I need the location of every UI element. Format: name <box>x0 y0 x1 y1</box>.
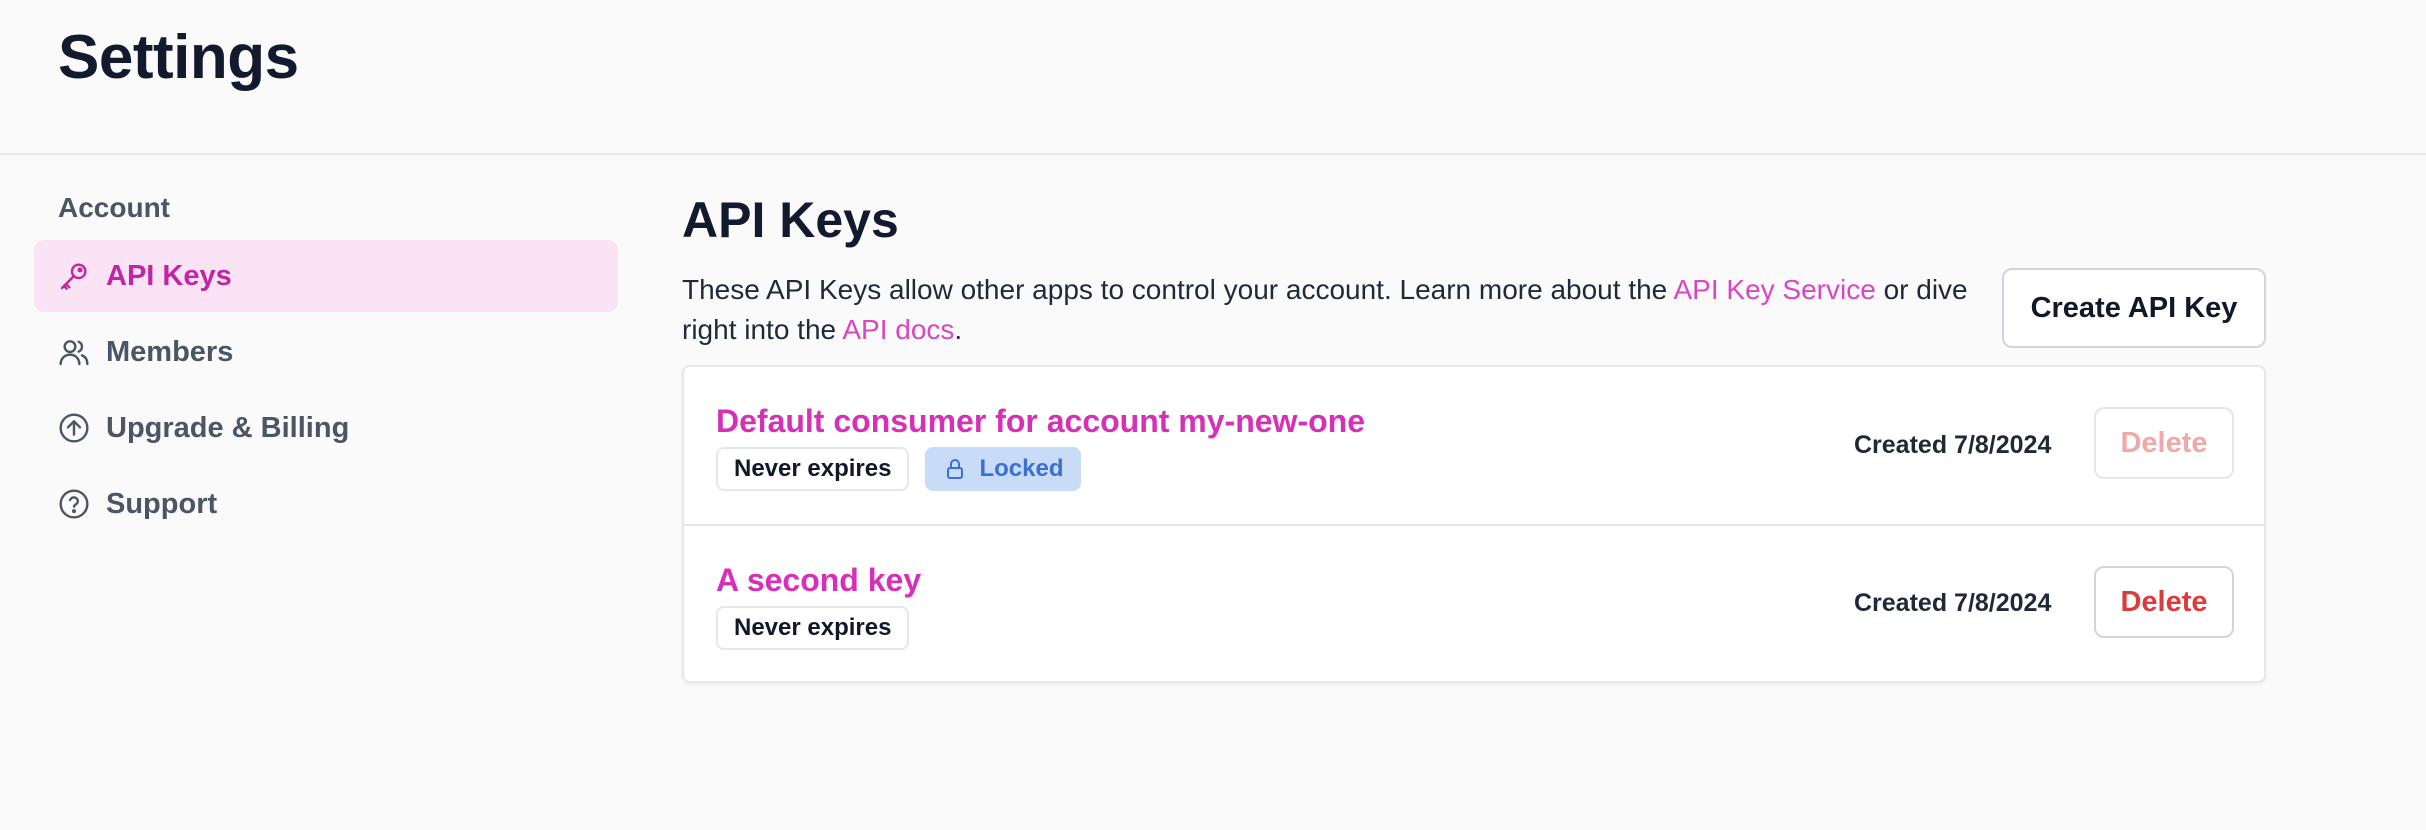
sidebar-section-label: Account <box>58 192 170 223</box>
description-text: These API Keys allow other apps to contr… <box>682 274 1674 305</box>
delete-button[interactable]: Delete <box>2094 566 2234 638</box>
sidebar-item-label: Members <box>106 335 234 368</box>
delete-button[interactable]: Delete <box>2094 407 2234 479</box>
page-title: Settings <box>58 23 299 92</box>
create-api-key-button[interactable]: Create API Key <box>2002 268 2266 348</box>
never-expires-badge: Never expires <box>716 606 910 650</box>
arrow-up-circle-icon <box>58 412 90 444</box>
sidebar-item-support[interactable]: Support <box>34 468 618 540</box>
main-content: API Keys These API Keys allow other apps… <box>682 190 2266 683</box>
created-date: Created 7/8/2024 <box>1854 431 2052 459</box>
api-key-name[interactable]: Default consumer for account my-new-one <box>716 403 1365 440</box>
locked-badge: Locked <box>925 447 1082 491</box>
key-icon <box>58 260 90 292</box>
lock-icon <box>943 457 967 481</box>
description-text: . <box>954 314 963 345</box>
created-date: Created 7/8/2024 <box>1854 589 2052 617</box>
section-title: API Keys <box>682 192 899 248</box>
help-circle-icon <box>58 488 90 520</box>
locked-badge-label: Locked <box>979 455 1064 482</box>
api-key-list: Default consumer for account my-new-one … <box>682 365 2266 683</box>
sidebar-item-label: API Keys <box>106 259 232 292</box>
sidebar-item-label: Upgrade & Billing <box>106 411 350 444</box>
api-key-badges: Never expires Locked <box>716 447 1082 491</box>
api-key-service-link[interactable]: API Key Service <box>1673 274 1875 305</box>
users-icon <box>58 336 90 368</box>
api-keys-description: These API Keys allow other apps to contr… <box>682 270 1982 350</box>
sidebar-item-upgrade-billing[interactable]: Upgrade & Billing <box>34 392 618 464</box>
api-docs-link[interactable]: API docs <box>842 314 954 345</box>
sidebar-item-label: Support <box>106 487 218 520</box>
api-key-badges: Never expires <box>716 606 910 650</box>
never-expires-badge: Never expires <box>716 447 910 491</box>
sidebar: Account API Keys Members Upgrade & Billi… <box>34 190 618 540</box>
sidebar-item-members[interactable]: Members <box>34 316 618 388</box>
api-key-row: A second key Never expires Created 7/8/2… <box>684 524 2264 681</box>
page-header: Settings <box>0 0 2426 155</box>
api-key-row: Default consumer for account my-new-one … <box>684 367 2264 524</box>
api-key-name[interactable]: A second key <box>716 562 921 599</box>
sidebar-item-api-keys[interactable]: API Keys <box>34 240 618 312</box>
